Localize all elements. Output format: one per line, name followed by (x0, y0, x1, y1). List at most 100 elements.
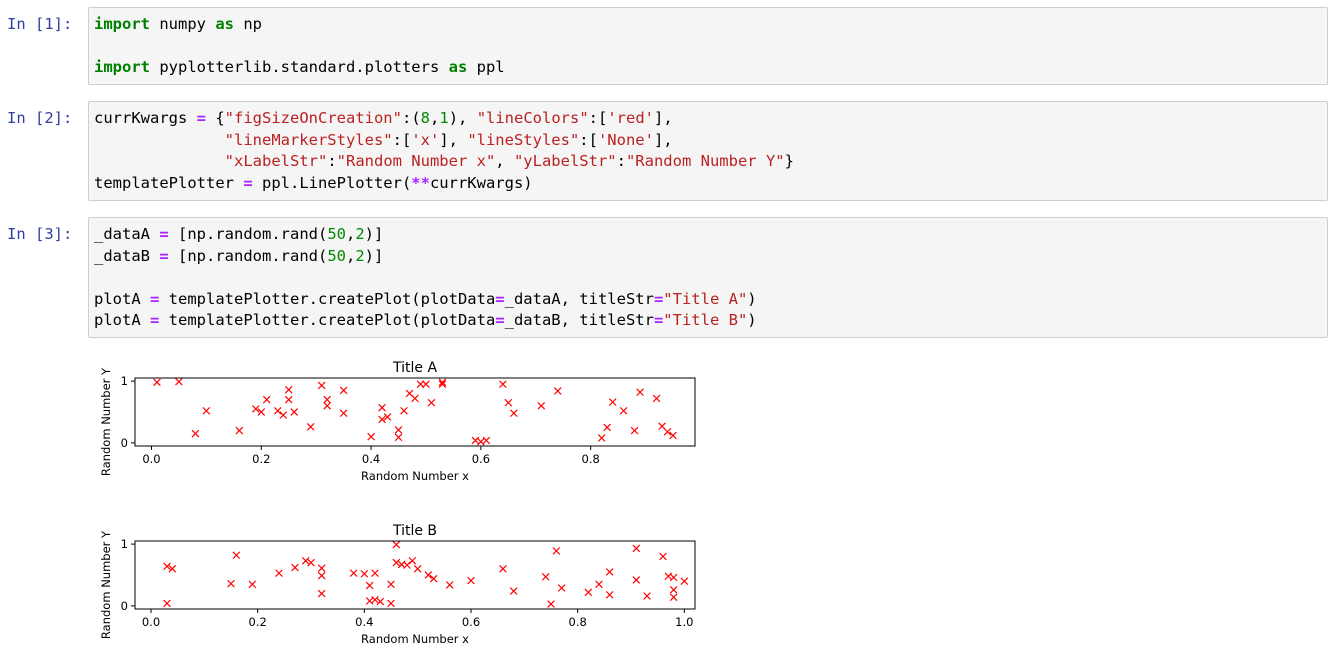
data-point-marker (323, 401, 331, 410)
code-token: : (616, 152, 626, 170)
chart-title: Title A (392, 360, 437, 376)
data-point-marker (659, 552, 667, 561)
cell-2-prompt: In [2]: (7, 109, 73, 127)
code-token: import (94, 15, 150, 33)
data-point-marker (608, 398, 617, 406)
data-point-marker (273, 406, 282, 415)
data-point-marker (669, 573, 678, 582)
x-tick-label: 0.8 (569, 615, 587, 629)
x-tick-label: 0.2 (252, 452, 270, 466)
data-point-marker (663, 427, 672, 436)
plot-output-a: Title A 0.0 0.2 0.4 0.6 0.8 0 1 Random Number x R… (95, 352, 715, 496)
data-point-marker (387, 599, 395, 608)
code-token: , (345, 246, 356, 265)
x-axis-label: Random Number x (361, 469, 469, 483)
data-point-marker (392, 558, 401, 567)
data-point-marker (595, 580, 603, 589)
data-point-marker (636, 388, 644, 397)
data-point-marker (669, 431, 677, 440)
y-tick-label: 0 (121, 436, 128, 450)
data-point-marker (291, 563, 299, 572)
data-point-marker (376, 597, 385, 606)
data-point-marker (284, 395, 293, 404)
code-token: ppl.LinePlotter( (252, 173, 412, 192)
code-token: = (243, 173, 253, 192)
code-token: : (327, 152, 337, 170)
code-token: ], (654, 109, 673, 127)
code-token: "Title A" (663, 289, 748, 308)
code-token: = (196, 109, 206, 127)
code-token: ) (747, 311, 757, 329)
code-token: :[ (588, 109, 608, 127)
data-point-marker (378, 403, 386, 412)
code-token: plotA (94, 311, 150, 329)
data-point-marker (499, 564, 507, 573)
data-point-marker (403, 561, 411, 569)
code-token: "lineStyles" (467, 130, 580, 149)
code-token: as (448, 58, 468, 76)
code-token: ], (653, 130, 673, 149)
data-point-marker (367, 432, 375, 441)
code-token: ), (448, 109, 477, 127)
code-token: = (159, 246, 169, 265)
code-token: templatePlotter (94, 173, 244, 192)
data-point-marker (541, 573, 550, 581)
y-axis-label: Random Number Y (99, 530, 113, 639)
code-token: plotA (94, 289, 150, 308)
y-tick-label: 1 (121, 537, 128, 551)
data-point-marker (422, 380, 430, 389)
code-token: 2 (355, 246, 365, 265)
cell-3-prompt: In [3]: (7, 225, 73, 243)
data-point-marker (163, 599, 171, 608)
data-point-marker (605, 568, 614, 576)
code-token: = (150, 289, 160, 308)
data-point-marker (504, 398, 513, 407)
code-cell-1[interactable]: import numpy as np import pyplotterlib.s… (88, 7, 1328, 85)
data-point-marker (552, 547, 561, 555)
chart-title: Title B (392, 523, 437, 539)
data-point-marker (323, 395, 331, 404)
code-token: np (234, 15, 262, 33)
code-token: "Random Number x" (336, 152, 496, 170)
data-point-marker (202, 406, 211, 415)
x-tick-label: 0.6 (472, 452, 490, 466)
code-token: :[ (392, 130, 412, 149)
code-token: "lineMarkerStyles" (224, 130, 393, 149)
code-cell-3-source[interactable]: _dataA = [np.random.rand(50,2)] _dataB =… (89, 218, 1327, 332)
code-token: :( (401, 109, 421, 127)
code-cell-3[interactable]: _dataA = [np.random.rand(50,2)] _dataB =… (88, 217, 1328, 338)
data-point-marker (509, 409, 518, 418)
code-token: [np.random.rand( (168, 246, 328, 265)
code-token: 2 (355, 225, 365, 243)
data-point-marker (301, 556, 310, 565)
code-token: "Title B" (663, 311, 748, 329)
data-point-marker (584, 588, 593, 597)
code-token: 'red' (607, 109, 655, 127)
code-token: "lineColors" (476, 109, 589, 127)
data-point-marker (275, 569, 283, 577)
code-token: currKwargs) (429, 173, 533, 192)
axes-frame (134, 377, 696, 447)
data-point-marker (284, 385, 293, 394)
code-cell-1-source[interactable]: import numpy as np import pyplotterlib.s… (89, 8, 1327, 79)
code-token: = (150, 311, 160, 329)
code-cell-2[interactable]: currKwargs = {"figSizeOnCreation":(8,1),… (88, 101, 1328, 201)
data-point-marker (680, 577, 689, 586)
code-token: _dataB (94, 246, 160, 265)
code-token: ** (411, 173, 430, 192)
data-point-marker (227, 579, 235, 588)
x-tick-label: 0.0 (142, 452, 160, 466)
code-cell-2-source[interactable]: currKwargs = {"figSizeOnCreation":(8,1),… (89, 102, 1327, 194)
data-point-marker (306, 423, 315, 431)
x-tick-label: 0.4 (362, 452, 380, 466)
code-token: { (206, 109, 225, 127)
x-tick-label: 0.6 (462, 615, 480, 629)
x-tick-label: 0.8 (582, 452, 600, 466)
x-tick-label: 0.0 (142, 615, 160, 629)
code-token: _dataA, titleStr (504, 289, 654, 308)
data-point-marker (317, 589, 326, 598)
data-point-marker (467, 576, 475, 585)
data-point-marker (605, 590, 614, 599)
data-point-marker (408, 556, 417, 565)
scatter-chart-title-b: Title B 0.0 0.2 0.4 0.6 0.8 1.0 0 1 Random Number… (99, 523, 696, 646)
